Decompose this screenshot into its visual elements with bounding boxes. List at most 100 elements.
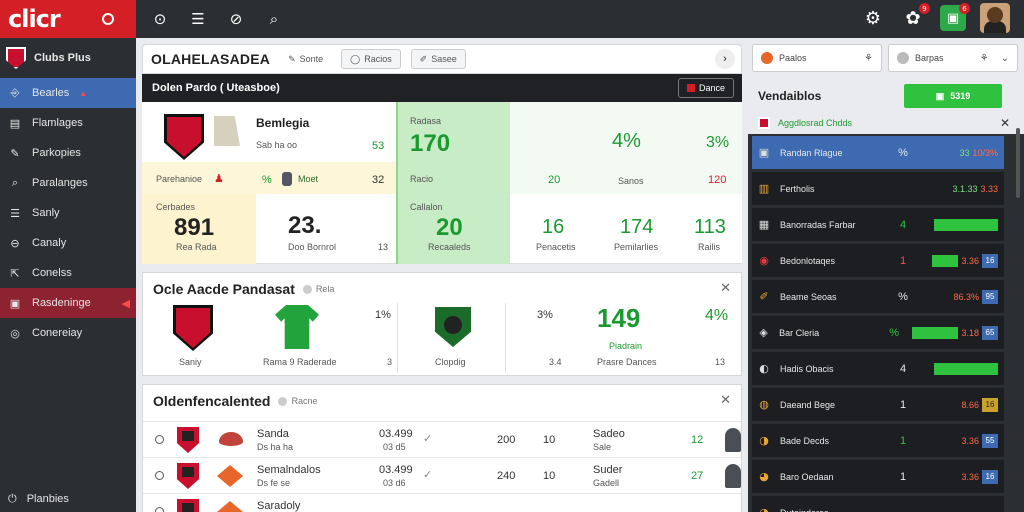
green-action-button[interactable]: ▣ 5319 xyxy=(904,84,1002,108)
row-last: 27 xyxy=(691,470,704,482)
tab-chip-2[interactable]: ◯ Racios xyxy=(341,49,401,69)
messages-icon[interactable]: ▣ 6 xyxy=(940,3,970,31)
sidebar-item-icon: ▤ xyxy=(9,116,21,130)
sidebar-item-label: Canaly xyxy=(32,237,67,249)
right-tab-1[interactable]: Paalos ⚘ xyxy=(752,44,882,72)
right-tab-1-label: Paalos xyxy=(779,53,807,63)
sidebar-item-5[interactable]: ⊖ Canaly xyxy=(0,228,136,258)
right-tab-2[interactable]: Barpas ⚘ ⌄ xyxy=(888,44,1018,72)
row-radio[interactable] xyxy=(155,435,164,444)
tab-chip-1[interactable]: ✎ Sonte xyxy=(280,49,331,69)
right-panel-subtitle: Aggdlosrad Chdds xyxy=(778,118,853,128)
sidebar-brand[interactable]: Clubs Plus xyxy=(0,38,136,78)
scrollbar[interactable] xyxy=(1016,128,1020,198)
match-big-sub-2: Prasre Dances xyxy=(597,357,657,367)
row-score-2: 03 d6 xyxy=(383,478,406,488)
item-value-2: 10/3% xyxy=(972,147,998,158)
chevron-down-icon[interactable]: ⌄ xyxy=(1001,53,1009,64)
flag-icon xyxy=(758,117,770,129)
right-list-item[interactable]: ▥ Fertholis 3.1.33 3.33 xyxy=(752,172,1004,205)
match-panel-title: Ocle Aacde Pandasat xyxy=(153,281,295,297)
sidebar-item-icon: ⇱ xyxy=(10,266,20,280)
sidebar-item-8[interactable]: ◎ Conereiay xyxy=(0,318,136,348)
table-row[interactable]: Saradoly xyxy=(143,493,741,512)
sidebar-item-bottom[interactable]: ⏻ Planbies xyxy=(0,486,136,512)
stat-mid-value: 23. xyxy=(288,212,322,239)
value-bar xyxy=(934,218,998,231)
green-stat-label-2: Callalon xyxy=(410,202,443,212)
user-avatar[interactable] xyxy=(980,3,1010,33)
right-panel-header: Vendaiblos ▣ 5319 xyxy=(748,80,1024,112)
right-panel-list: ▣ Randan Rlague% 33 10/3% ▥ Fertholis 3.1.33 3.… xyxy=(748,134,1024,512)
right-list-item[interactable]: ◑ Bade Decds 1 3.36 55 xyxy=(752,424,1004,457)
sidebar-item-0[interactable]: ⎆ Bearles ▲ xyxy=(0,78,136,108)
flag-icon xyxy=(686,84,695,92)
list-item-value: 8.66 16 xyxy=(961,397,998,412)
close-icon[interactable]: ✕ xyxy=(720,393,731,408)
list-item-icon: ◔ xyxy=(758,506,770,512)
list-item-label: Bade Decds xyxy=(780,435,830,446)
fixtures-panel: Oldenfencalented Racne ✕ Sanda Ds ha ha 03… xyxy=(142,384,742,512)
right-list-item[interactable]: ◉ Bedonlotaqes 1 3.36 16 xyxy=(752,244,1004,277)
sidebar-item-4[interactable]: ☰ Sanly xyxy=(0,198,136,228)
fixtures-header: Oldenfencalented Racne xyxy=(153,393,317,409)
sidebar-item-6[interactable]: ⇱ Conelss xyxy=(0,258,136,288)
list-item-value: 3.1.33 3.33 xyxy=(952,184,998,194)
player-photo-icon xyxy=(725,464,741,488)
right-list-item[interactable]: ◔ Dutainderes xyxy=(752,496,1004,512)
table-row[interactable]: Semalndalos Ds fe se 03.499 03 d6 ✓ 240 10 Sude… xyxy=(143,457,741,493)
right-list-item[interactable]: ◕ Baro Oedaan 1 3.36 16 xyxy=(752,460,1004,493)
sidebar-item-1[interactable]: ▤ Flamlages xyxy=(0,108,136,138)
sidebar-nav: ⎆ Bearles ▲ ▤ Flamlages ✎ Parkopies ⌕ Paralanges… xyxy=(0,78,136,348)
sidebar-item-3[interactable]: ⌕ Paralanges xyxy=(0,168,136,198)
sidebar-item-2[interactable]: ✎ Parkopies xyxy=(0,138,136,168)
item-tag: 65 xyxy=(982,325,998,340)
row-name: Sanda xyxy=(257,428,289,440)
fixtures-sub: Racne xyxy=(278,396,317,406)
search-icon[interactable]: ⌕ xyxy=(262,7,286,31)
stat-113: 113 xyxy=(694,216,726,238)
section-header-button-label: Dance xyxy=(698,83,725,93)
pin-icon[interactable]: ⚘ xyxy=(864,53,873,64)
settings-gear-icon[interactable]: ⚙ xyxy=(860,5,886,31)
list-item-count: 1 xyxy=(899,434,907,447)
grey-circle-icon xyxy=(897,52,909,64)
right-list-item[interactable]: ◐ Hadis Obacis 4 xyxy=(752,352,1004,385)
sidebar-item-icon: ☰ xyxy=(10,206,20,220)
target-icon[interactable]: ⊙ xyxy=(148,7,172,31)
row-radio[interactable] xyxy=(155,471,164,480)
value-bar xyxy=(934,362,998,375)
table-row[interactable]: Sanda Ds ha ha 03.499 03 d5 ✓ 200 10 Sadeo Sale 1… xyxy=(143,421,741,457)
warning-icon: ▲ xyxy=(79,88,88,98)
check-icon: ✓ xyxy=(423,468,433,481)
right-list-item[interactable]: ▦ Banorradas Farbar 4 xyxy=(752,208,1004,241)
sidebar-item-7[interactable]: ▣ Rasdeninge ◀ xyxy=(0,288,136,318)
team-a-val: 3 xyxy=(387,357,393,367)
row-sub: Ds fe se xyxy=(257,478,291,488)
check-icon: ✓ xyxy=(423,432,433,445)
sidebar-item-label: Paralanges xyxy=(32,177,88,189)
pin-icon[interactable]: ⚘ xyxy=(980,53,989,64)
chevron-right-icon[interactable]: › xyxy=(715,49,735,69)
right-panel: Paalos ⚘ Barpas ⚘ ⌄ Vendaiblos ▣ 5319 Agg… xyxy=(748,38,1024,512)
list-item-label: Daeand Bege xyxy=(780,399,836,410)
app-logo[interactable]: clicr xyxy=(0,0,136,38)
item-value-2: 8.66 xyxy=(961,399,979,410)
notifications-icon[interactable]: ✿ 9 xyxy=(900,3,930,31)
close-icon[interactable]: ✕ xyxy=(1000,116,1010,130)
right-list-item[interactable]: ◍ Daeand Bege 1 8.66 16 xyxy=(752,388,1004,421)
team-b-name: Clopdig xyxy=(435,357,466,367)
clock-icon[interactable]: ⊘ xyxy=(224,7,248,31)
right-list-item[interactable]: ▣ Randan Rlague% 33 10/3% xyxy=(752,136,1004,169)
item-value-2: 3.33 xyxy=(980,183,998,194)
right-list-item[interactable]: ◈ Bar Cleria% 3.18 65 xyxy=(752,316,1004,349)
menu-icon[interactable]: ☰ xyxy=(186,7,210,31)
tab-chip-3[interactable]: ✐ Sasee xyxy=(410,49,466,69)
section-header: Dolen Pardo ( Uteasboe) Dance xyxy=(142,74,742,102)
section-header-button[interactable]: Dance xyxy=(677,78,734,98)
right-list-item[interactable]: ✐ Beame Seoas% 86.3% 95 xyxy=(752,280,1004,313)
close-icon[interactable]: ✕ xyxy=(720,281,731,296)
row-radio[interactable] xyxy=(155,507,164,512)
item-value-1: 33 xyxy=(959,147,970,158)
stat-mid-value-2: 13 xyxy=(378,242,389,252)
